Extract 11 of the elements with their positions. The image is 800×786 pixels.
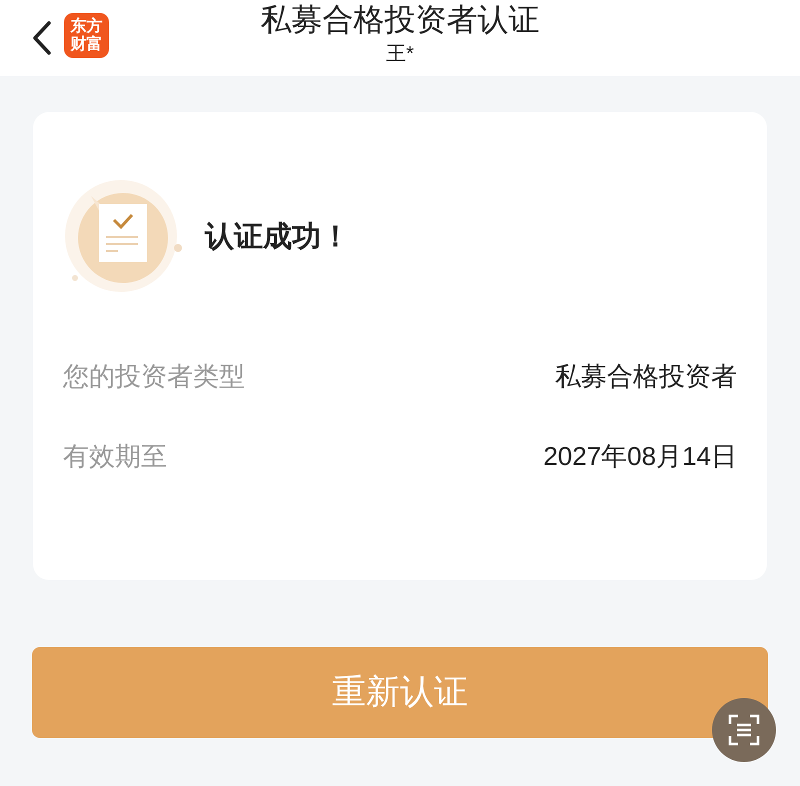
field-value: 私募合格投资者 [555,360,737,392]
recertify-button[interactable]: 重新认证 [32,647,768,738]
scan-icon [727,713,761,747]
field-value: 2027年08月14日 [543,440,737,472]
field-label: 有效期至 [63,440,167,472]
field-label: 您的投资者类型 [63,360,245,392]
success-message: 认证成功！ [205,220,350,256]
page-title: 私募合格投资者认证 [260,1,540,39]
app-logo: 东方财富 [64,13,109,58]
back-icon [32,21,52,55]
page-subtitle: 王* [386,42,414,67]
